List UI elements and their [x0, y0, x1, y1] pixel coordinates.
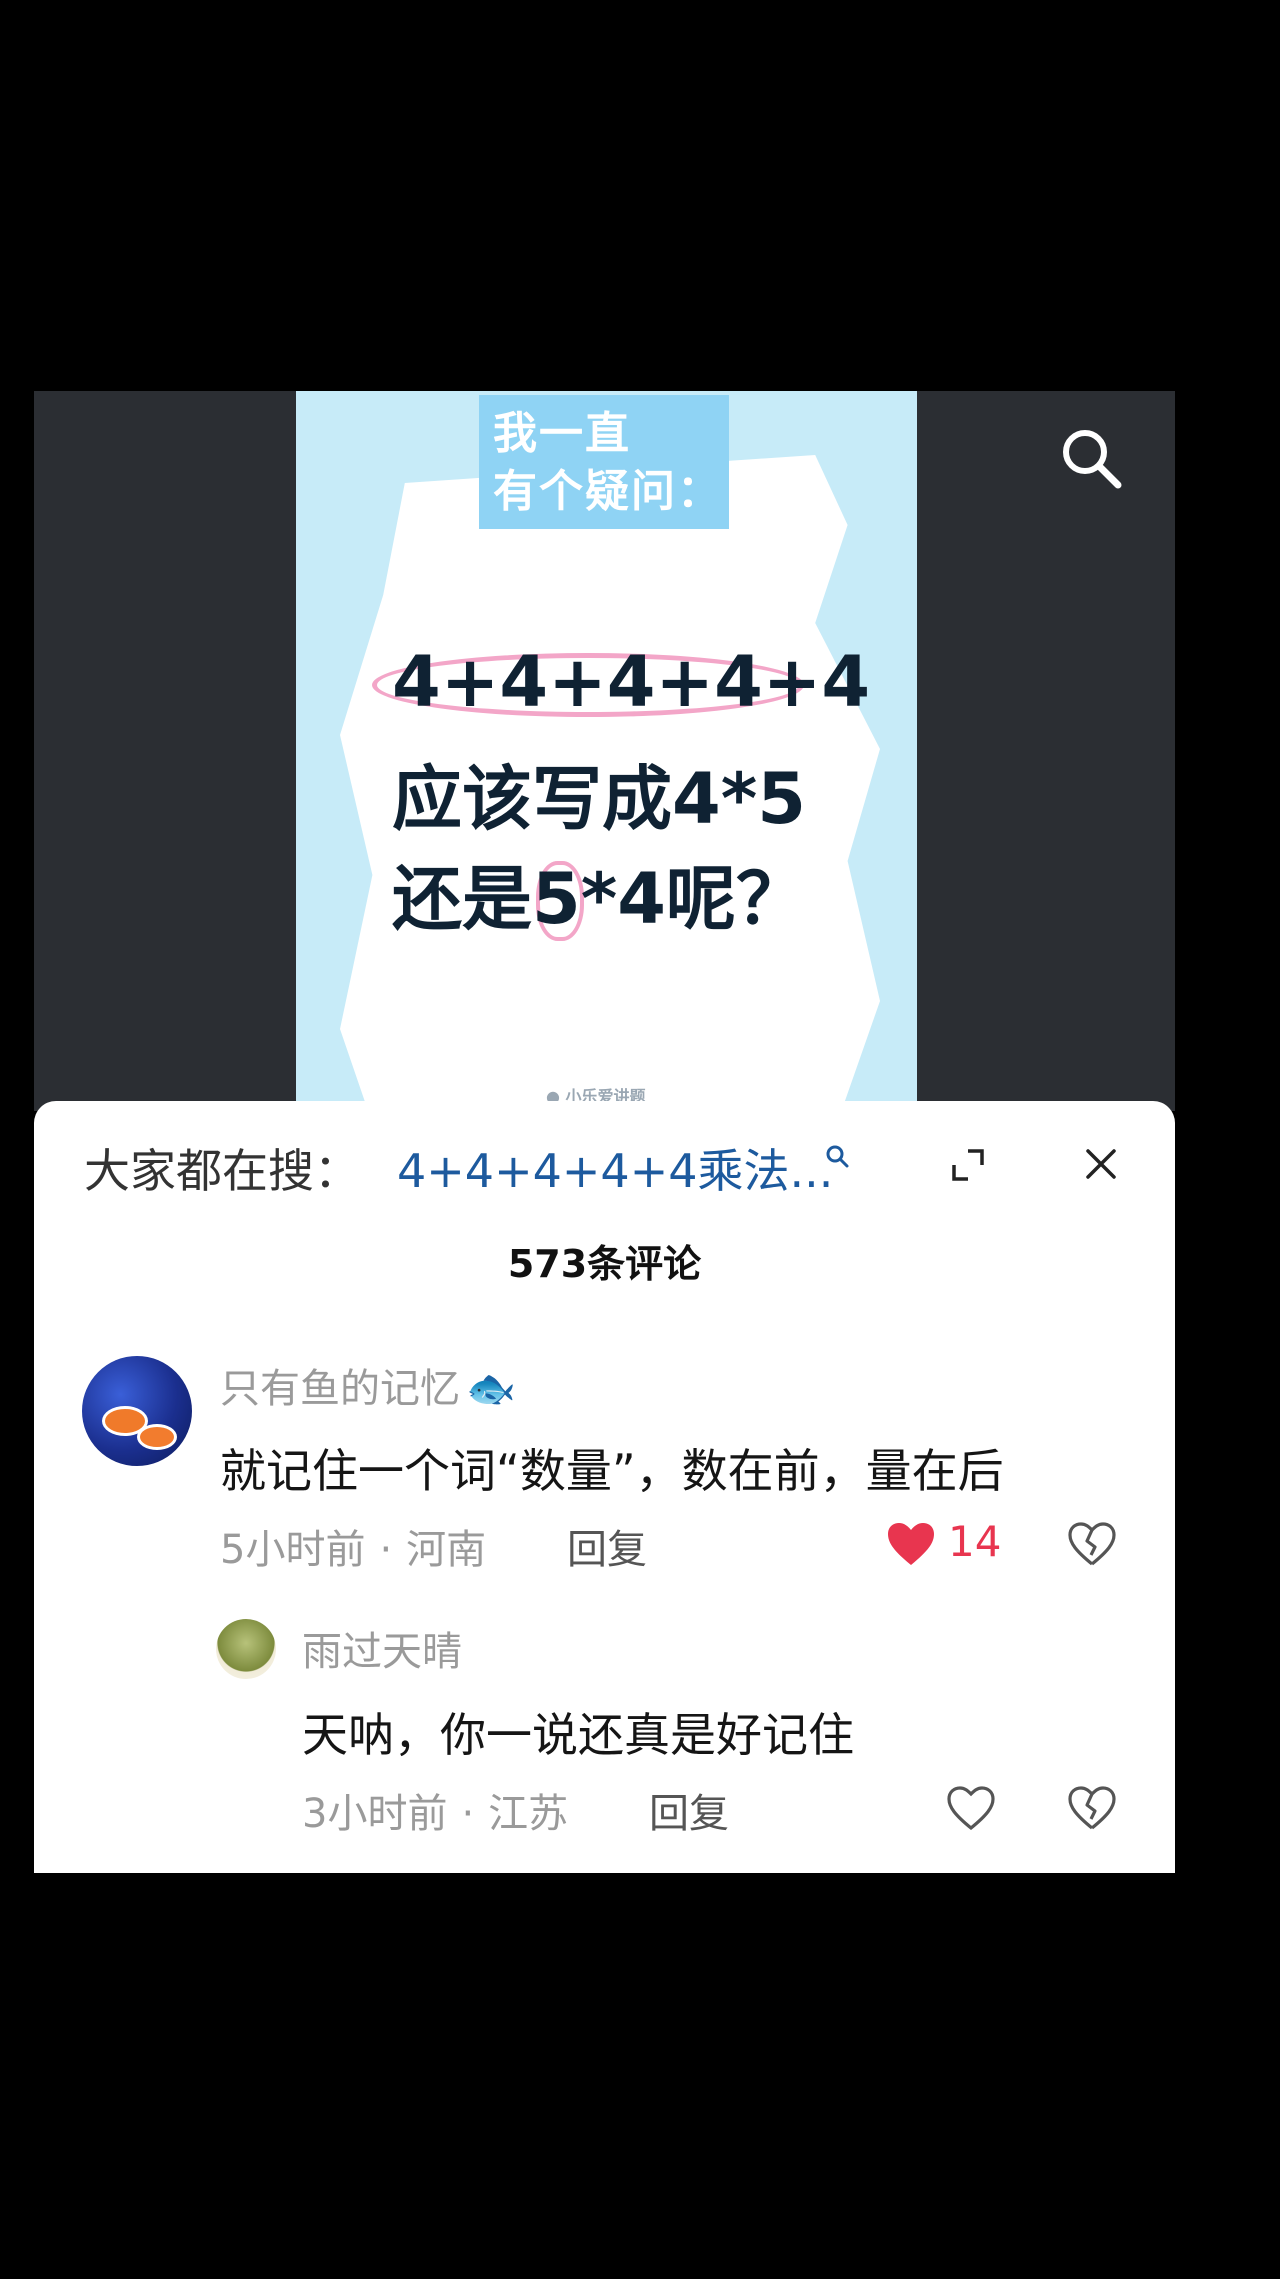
- comment-time: 3小时前: [302, 1791, 448, 1837]
- reply-button[interactable]: 回复: [649, 1781, 729, 1839]
- avatar[interactable]: [216, 1619, 276, 1679]
- poster-tag-line2: 有个疑问：: [493, 466, 723, 517]
- fish-graphic: [137, 1424, 177, 1450]
- hot-search-query-link[interactable]: 4+4+4+4+4乘法...: [397, 1135, 833, 1201]
- poster-tag-line1: 我一直: [493, 408, 631, 459]
- comment-count: 573条评论: [507, 1242, 702, 1286]
- fish-emoji-icon: 🐟: [466, 1366, 516, 1412]
- username-text: 只有鱼的记忆: [220, 1366, 460, 1412]
- like-count: 14: [948, 1517, 1002, 1566]
- comment-meta: 5小时前 · 河南: [220, 1517, 486, 1575]
- comment-time: 5小时前: [220, 1527, 366, 1573]
- comment-text: 就记住一个词“数量”，数在前，量在后: [220, 1444, 1004, 1498]
- heart-outline-icon[interactable]: [946, 1785, 996, 1831]
- search-icon[interactable]: [1058, 425, 1124, 491]
- poster-line-3: 还是5*4呢？: [392, 858, 807, 940]
- avatar[interactable]: [82, 1356, 192, 1466]
- close-icon[interactable]: [1084, 1147, 1118, 1181]
- poster-tag: 我一直 有个疑问：: [479, 395, 729, 529]
- reply-button[interactable]: 回复: [567, 1517, 647, 1575]
- comment-username[interactable]: 只有鱼的记忆 🐟: [220, 1356, 516, 1414]
- broken-heart-icon[interactable]: [1067, 1521, 1117, 1567]
- heart-filled-icon[interactable]: [886, 1521, 936, 1567]
- expand-icon[interactable]: [950, 1147, 986, 1183]
- separator-dot: ·: [379, 1527, 393, 1573]
- comment-meta: 3小时前 · 江苏: [302, 1781, 568, 1839]
- post-image: 我一直 有个疑问： 4+4+4+4+4 应该写成4*5 还是5*4呢？ ● 小乐…: [296, 391, 917, 1111]
- comment-text: 天呐，你一说还真是好记住: [302, 1708, 854, 1762]
- comment-sheet: 大家都在搜： 4+4+4+4+4乘法... 573条评论 只有鱼的记忆 🐟 就记住…: [34, 1101, 1175, 1873]
- hot-search-label: 大家都在搜：: [84, 1144, 360, 1198]
- broken-heart-icon[interactable]: [1067, 1785, 1117, 1831]
- comment-username[interactable]: 雨过天晴: [302, 1619, 462, 1677]
- comment-location: 河南: [406, 1527, 487, 1573]
- comment-location: 江苏: [488, 1791, 569, 1837]
- video-area[interactable]: 我一直 有个疑问： 4+4+4+4+4 应该写成4*5 还是5*4呢？ ● 小乐…: [34, 391, 1175, 1111]
- poster-line-2: 应该写成4*5: [392, 758, 807, 840]
- search-icon[interactable]: [824, 1143, 850, 1169]
- poster-line-1: 4+4+4+4+4: [392, 641, 871, 723]
- separator-dot: ·: [461, 1791, 475, 1837]
